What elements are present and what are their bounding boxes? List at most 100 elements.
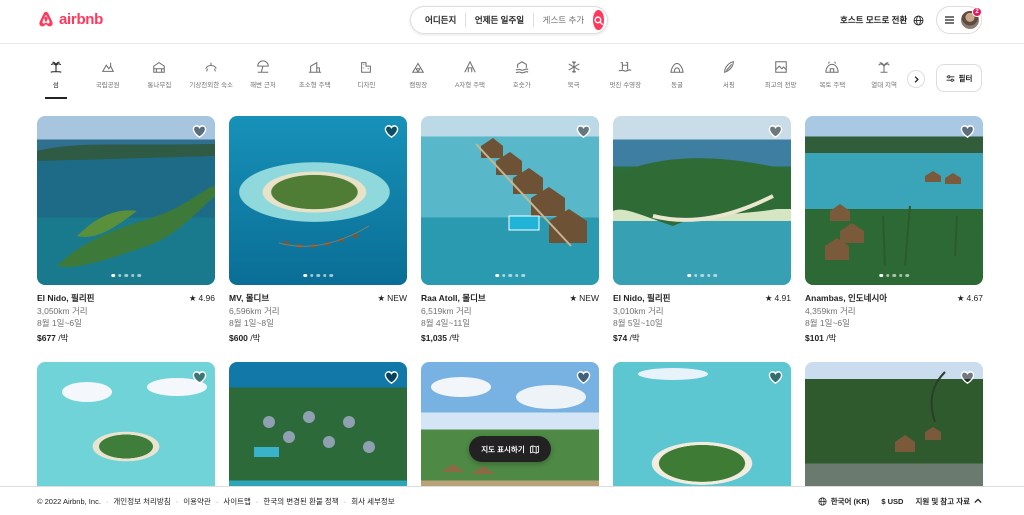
listing-distance: 6,596km 거리 xyxy=(229,305,280,316)
heart-icon[interactable] xyxy=(960,370,975,385)
arctic-icon xyxy=(568,60,580,74)
heart-icon[interactable] xyxy=(960,124,975,139)
listing-info: El Nido, 필리핀 ★ 4.91 3,010km 거리 8월 5일~10일 $… xyxy=(613,285,791,344)
category-pool[interactable]: 멋진 수영장 xyxy=(599,60,651,100)
category-beach[interactable]: 해변 근처 xyxy=(237,60,289,100)
brand-name: airbnb xyxy=(59,10,104,28)
separator: · xyxy=(105,496,109,506)
map-icon xyxy=(529,444,539,454)
search-guests[interactable]: 게스트 추가 xyxy=(534,14,593,26)
heart-icon[interactable] xyxy=(576,124,591,139)
footer-links: © 2022 Airbnb, Inc. · 개인정보 처리방침 · 이용약관 ·… xyxy=(37,496,395,507)
footer-link-refund-policy[interactable]: 한국의 변경된 환불 정책 xyxy=(263,496,338,507)
category-island[interactable]: 섬 xyxy=(30,60,82,100)
filter-button[interactable]: 필터 xyxy=(936,64,982,92)
search-anywhere[interactable]: 어디든지 xyxy=(411,14,465,26)
category-a-frame[interactable]: A자형 주택 xyxy=(444,60,496,100)
category-earth-home[interactable]: 복토 주택 xyxy=(806,60,858,100)
listing-card[interactable]: MV, 몰디브 ★ NEW 6,596km 거리 8월 1일~8일 $600 /박 xyxy=(229,116,407,344)
language-selector[interactable]: 한국어 (KR) xyxy=(818,496,869,507)
listing-photo-art xyxy=(37,144,215,267)
heart-icon[interactable] xyxy=(384,370,399,385)
price-unit: /박 xyxy=(247,332,261,343)
listing-location: Anambas, 인도네시아 xyxy=(805,293,888,303)
category-cave[interactable]: 동굴 xyxy=(651,60,703,100)
listing-location: El Nido, 필리핀 xyxy=(613,293,671,303)
separator: · xyxy=(255,496,259,506)
category-label: 동굴 xyxy=(671,82,684,89)
rating-value: 4.91 xyxy=(774,293,791,303)
chevron-up-icon xyxy=(974,498,982,504)
listing-price: $677 /박 xyxy=(37,332,215,345)
heart-icon[interactable] xyxy=(192,370,207,385)
photo-pagination xyxy=(303,273,333,277)
listing-price: $74 /박 xyxy=(613,332,791,345)
listing-info: Anambas, 인도네시아 ★ 4.67 4,359km 거리 8월 1일~6일 … xyxy=(805,285,983,344)
heart-icon[interactable] xyxy=(192,124,207,139)
category-views[interactable]: 최고의 전망 xyxy=(755,60,807,100)
search-week[interactable]: 언제든 일주일 xyxy=(466,14,533,26)
category-tropical[interactable]: 열대 지역 xyxy=(858,60,910,100)
listing-photo[interactable] xyxy=(421,116,599,285)
search-bar[interactable]: 어디든지 언제든 일주일 게스트 추가 xyxy=(410,6,608,34)
category-cabin[interactable]: 통나무집 xyxy=(134,60,186,100)
copyright: © 2022 Airbnb, Inc. xyxy=(37,496,101,506)
show-map-button[interactable]: 지도 표시하기 xyxy=(469,436,551,462)
currency-selector[interactable]: $ USD xyxy=(881,497,903,506)
listing-photo[interactable] xyxy=(37,116,215,285)
switch-to-host-link[interactable]: 호스트 모드로 전환 xyxy=(840,14,907,26)
airbnb-logo[interactable]: airbnb xyxy=(37,10,103,28)
category-label: 해변 근처 xyxy=(250,82,276,89)
category-label: 서핑 xyxy=(722,82,735,89)
listing-photo[interactable] xyxy=(229,116,407,285)
national-park-icon xyxy=(101,62,114,72)
listing-card[interactable]: Raa Atoll, 몰디브 ★ NEW 6,519km 거리 8월 4일~11일 … xyxy=(421,116,599,344)
price-unit: /박 xyxy=(447,332,460,343)
listing-photo-art xyxy=(825,171,961,267)
globe-icon[interactable] xyxy=(913,13,924,31)
lakefront-icon xyxy=(515,61,529,74)
listing-photo[interactable] xyxy=(613,116,791,285)
listing-dates: 8월 1일~6일 xyxy=(37,318,82,328)
category-lakefront[interactable]: 호숫가 xyxy=(496,60,548,100)
search-button[interactable] xyxy=(593,10,604,30)
footer-link-privacy[interactable]: 개인정보 처리방침 xyxy=(113,496,170,507)
category-tiny-home[interactable]: 초소형 주택 xyxy=(289,60,341,100)
listing-dates: 8월 5일~10일 xyxy=(613,318,663,328)
listing-price: $101 /박 xyxy=(805,332,983,345)
category-surfing[interactable]: 서핑 xyxy=(703,60,755,100)
footer-link-terms[interactable]: 이용약관 xyxy=(183,496,211,507)
support-label: 지원 및 참고 자료 xyxy=(915,496,970,506)
footer-link-company[interactable]: 회사 세부정보 xyxy=(351,496,394,507)
surfing-icon xyxy=(723,61,734,73)
rating-value: NEW xyxy=(579,293,599,303)
listing-location: MV, 몰디브 xyxy=(229,293,270,303)
price-value: $600 xyxy=(229,332,248,343)
category-label: 멋진 수영장 xyxy=(609,82,642,89)
listing-card[interactable]: El Nido, 필리핀 ★ 4.91 3,010km 거리 8월 5일~10일 $… xyxy=(613,116,791,344)
heart-icon[interactable] xyxy=(768,124,783,139)
category-label: 섬 xyxy=(52,82,59,89)
price-unit: /박 xyxy=(55,332,69,343)
category-camping[interactable]: 캠핑장 xyxy=(392,60,444,100)
footer-link-sitemap[interactable]: 사이트맵 xyxy=(223,496,251,507)
photo-pagination xyxy=(687,273,717,277)
categories-next-button[interactable] xyxy=(907,70,925,88)
category-omg[interactable]: 기상천외한 숙소 xyxy=(185,60,237,100)
heart-icon[interactable] xyxy=(576,370,591,385)
heart-icon[interactable] xyxy=(384,124,399,139)
listing-photo[interactable] xyxy=(805,116,983,285)
rating-value: NEW xyxy=(387,293,407,303)
photo-pagination xyxy=(879,273,909,277)
category-label: 복토 주택 xyxy=(819,82,846,89)
price-value: $677 xyxy=(37,332,56,343)
heart-icon[interactable] xyxy=(768,370,783,385)
support-resources-toggle[interactable]: 지원 및 참고 자료 xyxy=(915,496,982,507)
category-national-park[interactable]: 국립공원 xyxy=(82,60,134,100)
category-design[interactable]: 디자인 xyxy=(341,60,393,100)
listing-card[interactable]: El Nido, 필리핀 ★ 4.96 3,050km 거리 8월 1일~6일 $6… xyxy=(37,116,215,344)
star-icon: ★ xyxy=(377,293,386,303)
category-arctic[interactable]: 북극 xyxy=(548,60,600,100)
listing-photo-art xyxy=(475,138,587,247)
listing-card[interactable]: Anambas, 인도네시아 ★ 4.67 4,359km 거리 8월 1일~6일 … xyxy=(805,116,983,344)
